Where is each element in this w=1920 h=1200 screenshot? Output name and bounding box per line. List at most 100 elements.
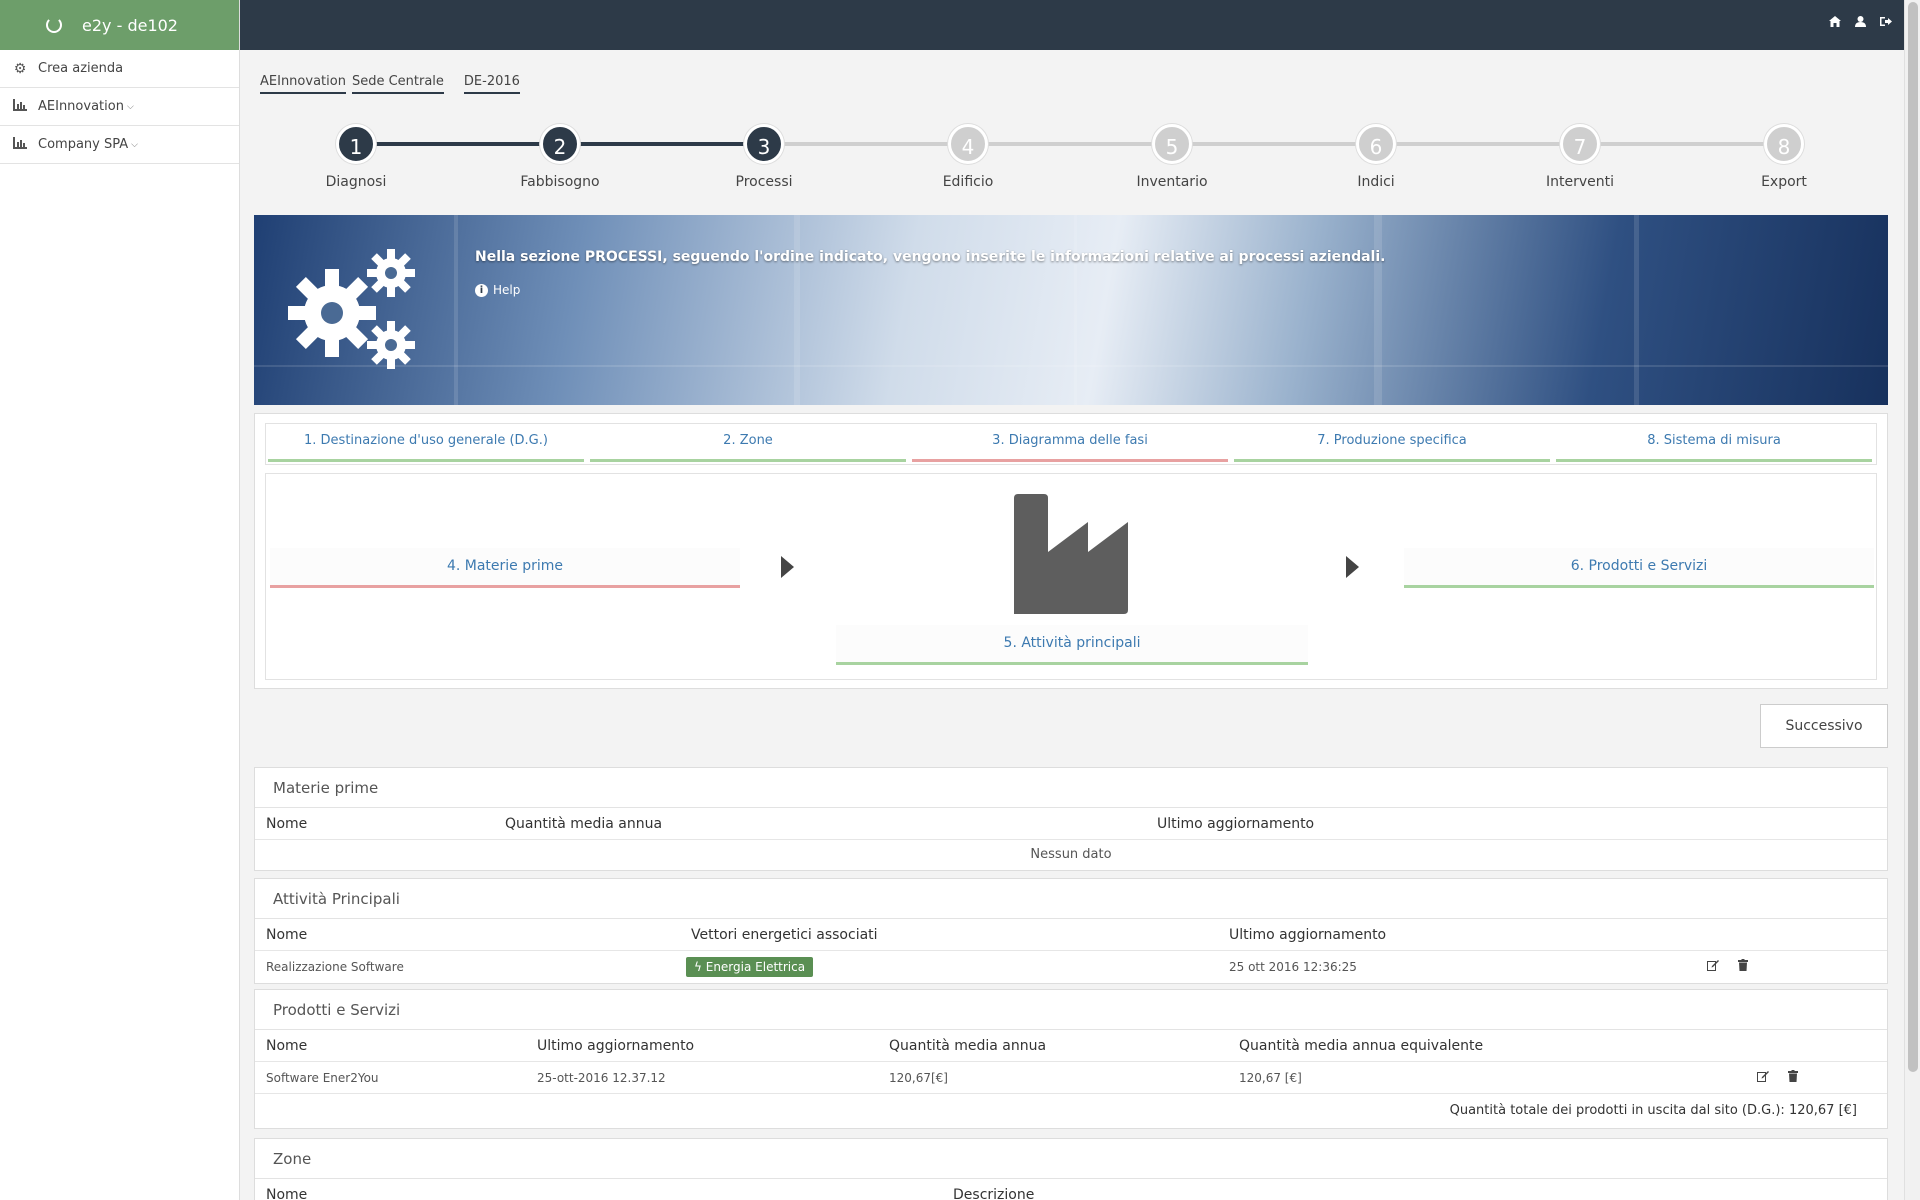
tab-sistema-misura[interactable]: 8. Sistema di misura <box>1554 424 1876 464</box>
tab-diagramma-fasi[interactable]: 3. Diagramma delle fasi <box>910 424 1232 464</box>
user-icon[interactable] <box>1855 16 1866 30</box>
step-label: Diagnosi <box>325 174 387 190</box>
trash-icon[interactable] <box>1738 951 1748 983</box>
sidebar: e2y - de102 ⚙ Crea azienda AEInnovation … <box>0 0 240 1200</box>
process-flow: 4. Materie prime 5. Attività principali … <box>265 473 1877 680</box>
column-header: Nome <box>266 927 308 943</box>
step-number: 3 <box>744 124 784 164</box>
lightning-icon: ϟ <box>694 960 706 974</box>
table-row: Software Ener2You 25-ott-2016 12.37.12 1… <box>255 1062 1887 1094</box>
tab-zone[interactable]: 2. Zone <box>588 424 910 464</box>
app-brand[interactable]: e2y - de102 <box>0 0 239 50</box>
step-number: 8 <box>1764 124 1804 164</box>
flow-arrow-icon <box>1346 556 1359 578</box>
tab-destinazione-uso[interactable]: 1. Destinazione d'uso generale (D.G.) <box>266 424 588 464</box>
step-label: Export <box>1761 174 1807 190</box>
banner-decoration <box>794 215 800 405</box>
total-value: 120,67 [€] <box>1788 1103 1857 1118</box>
column-header: Ultimo aggiornamento <box>537 1038 695 1054</box>
gear-icon: ⚙ <box>13 60 27 77</box>
step-number: 6 <box>1356 124 1396 164</box>
step-label: Interventi <box>1545 174 1614 190</box>
column-header: Ultimo aggiornamento <box>1229 927 1387 943</box>
scrollbar-thumb[interactable] <box>1908 2 1918 1072</box>
loading-spinner-icon <box>46 17 62 33</box>
edit-icon[interactable] <box>1707 951 1719 983</box>
step-8[interactable]: 8 Export <box>1724 124 1844 190</box>
logout-icon[interactable] <box>1880 16 1892 30</box>
table-header-row: Nome Descrizione <box>255 1179 1887 1200</box>
column-header: Descrizione <box>953 1187 1035 1200</box>
step-7[interactable]: 7 Interventi <box>1520 124 1640 190</box>
step-label: Processi <box>735 174 793 190</box>
cell-quantita: 120,67[€] <box>889 1071 948 1085</box>
sidebar-item-company-spa[interactable]: Company SPA ⌵ <box>0 126 239 164</box>
zone-table: Zone Nome Descrizione <box>254 1138 1888 1200</box>
prodotti-servizi-table: Prodotti e Servizi Nome Ultimo aggiornam… <box>254 989 1888 1129</box>
step-3[interactable]: 3 Processi <box>704 124 824 190</box>
chevron-down-icon: ⌵ <box>131 139 138 150</box>
step-5[interactable]: 5 Inventario <box>1112 124 1232 190</box>
column-header: Ultimo aggiornamento <box>1157 816 1315 832</box>
attivita-principali-button[interactable]: 5. Attività principali <box>836 625 1308 665</box>
sidebar-item-label: Company SPA <box>38 137 129 152</box>
factory-icon <box>1014 494 1128 614</box>
process-tabs: 1. Destinazione d'uso generale (D.G.) 2.… <box>265 423 1877 465</box>
banner-decoration <box>254 365 1888 367</box>
step-label: Edificio <box>942 174 994 190</box>
top-navbar <box>240 0 1920 50</box>
table-title: Attività Principali <box>255 879 1887 919</box>
column-header: Nome <box>266 1187 308 1200</box>
sidebar-item-crea-azienda[interactable]: ⚙ Crea azienda <box>0 50 239 88</box>
total-label: Quantità totale dei prodotti in uscita d… <box>1449 1103 1785 1118</box>
banner-decoration <box>454 215 458 405</box>
help-label: Help <box>493 283 521 297</box>
column-header: Quantità media annua <box>505 816 663 832</box>
table-header-row: Nome Vettori energetici associati Ultimo… <box>255 919 1887 951</box>
breadcrumb-sede[interactable]: Sede Centrale <box>351 74 444 94</box>
attivita-principali-table: Attività Principali Nome Vettori energet… <box>254 878 1888 984</box>
process-panel: 1. Destinazione d'uso generale (D.G.) 2.… <box>254 413 1888 689</box>
next-button[interactable]: Successivo <box>1760 704 1888 748</box>
step-4[interactable]: 4 Edificio <box>908 124 1028 190</box>
trash-icon[interactable] <box>1788 1062 1798 1094</box>
tab-produzione-specifica[interactable]: 7. Produzione specifica <box>1232 424 1554 464</box>
section-banner: Nella sezione PROCESSI, seguendo l'ordin… <box>254 215 1888 405</box>
flow-arrow-icon <box>781 556 794 578</box>
sidebar-item-label: AEInnovation <box>38 99 124 114</box>
cell-nome: Realizzazione Software <box>266 960 404 974</box>
step-number: 2 <box>540 124 580 164</box>
badge-label: Energia Elettrica <box>705 960 806 974</box>
breadcrumb-diagnosi[interactable]: DE-2016 <box>463 74 520 94</box>
materie-prime-button[interactable]: 4. Materie prime <box>270 548 740 588</box>
cell-equivalente: 120,67 [€] <box>1239 1071 1302 1085</box>
column-header: Nome <box>266 1038 308 1054</box>
step-1[interactable]: 1 Diagnosi <box>296 124 416 190</box>
column-header: Quantità media annua <box>889 1038 1047 1054</box>
column-header: Nome <box>266 816 308 832</box>
breadcrumb-azienda[interactable]: AEInnovation <box>260 74 346 94</box>
wizard-stepper: 1 Diagnosi 2 Fabbisogno 3 Processi 4 Edi… <box>254 124 1888 214</box>
step-2[interactable]: 2 Fabbisogno <box>500 124 620 190</box>
home-icon[interactable] <box>1829 16 1841 30</box>
edit-icon[interactable] <box>1757 1062 1769 1094</box>
gears-icon <box>288 249 415 369</box>
cell-aggiornamento: 25-ott-2016 12.37.12 <box>537 1071 666 1085</box>
info-icon: i <box>475 283 488 297</box>
table-row: Realizzazione Software ϟ Energia Elettri… <box>255 951 1887 983</box>
help-link[interactable]: i Help <box>475 283 520 297</box>
step-number: 4 <box>948 124 988 164</box>
sidebar-item-aeinnovation[interactable]: AEInnovation ⌵ <box>0 88 239 126</box>
table-title: Prodotti e Servizi <box>255 990 1887 1030</box>
total-row: Quantità totale dei prodotti in uscita d… <box>255 1094 1887 1128</box>
banner-description: Nella sezione PROCESSI, seguendo l'ordin… <box>475 249 1386 265</box>
step-number: 1 <box>336 124 376 164</box>
cell-nome: Software Ener2You <box>266 1071 379 1085</box>
column-header: Vettori energetici associati <box>691 927 878 943</box>
empty-message: Nessun dato <box>1030 847 1112 862</box>
prodotti-servizi-button[interactable]: 6. Prodotti e Servizi <box>1404 548 1874 588</box>
vertical-scrollbar[interactable] <box>1904 0 1920 1200</box>
column-header: Quantità media annua equivalente <box>1239 1038 1484 1054</box>
vettore-badge: ϟ Energia Elettrica <box>686 951 814 983</box>
step-6[interactable]: 6 Indici <box>1316 124 1436 190</box>
